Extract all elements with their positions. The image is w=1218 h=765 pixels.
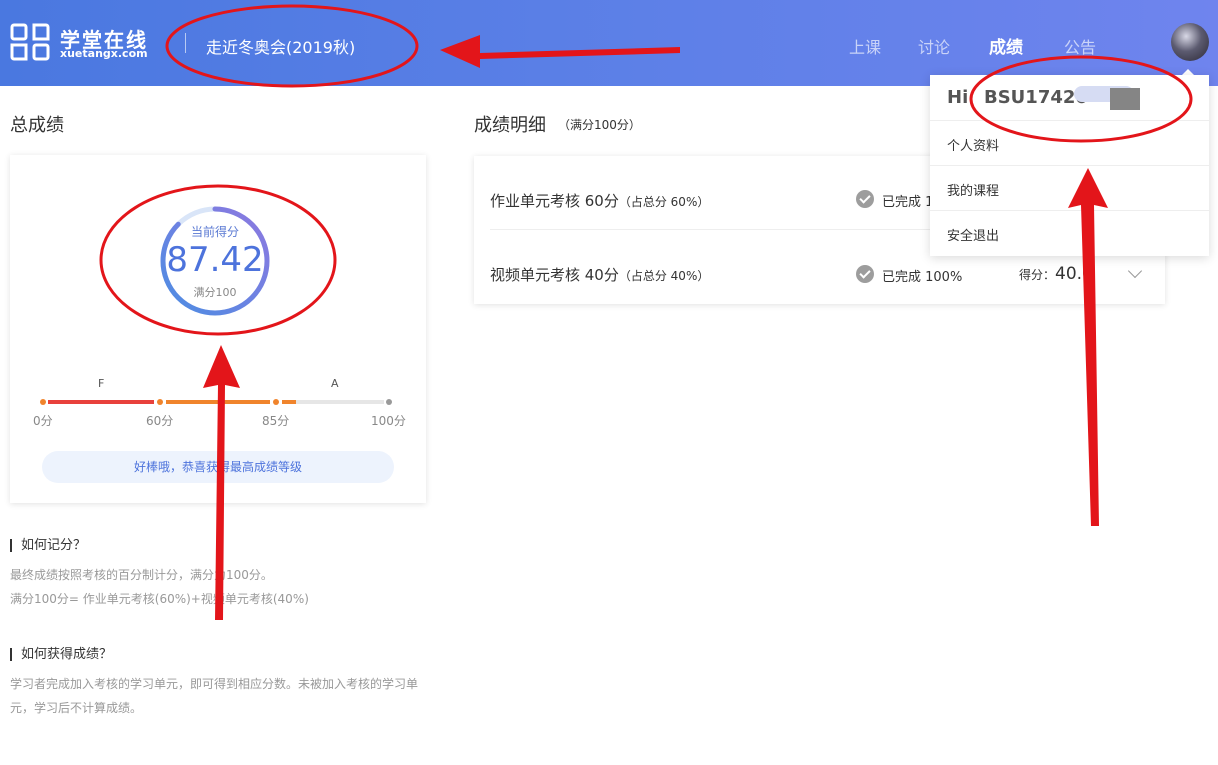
faq-text-earn-2: 元，学习后不计算成绩。 <box>10 701 143 715</box>
grade-bar-f <box>48 400 154 404</box>
detail-item-name: 作业单元考核 60分 <box>490 192 619 210</box>
grade-a-label: A <box>331 377 339 390</box>
detail-item-done: 已完成 100% <box>882 270 963 285</box>
dropdown-divider <box>930 210 1209 211</box>
faq-text-scoring-1: 最终成绩按照考核的百分制计分，满分为100分。 <box>10 568 273 582</box>
total-score-title: 总成绩 <box>10 115 64 136</box>
dropdown-username: BSU17420 <box>984 87 1088 108</box>
detail-subtitle: （满分100分） <box>558 118 641 132</box>
page: 学堂在线 xuetangx.com 走近冬奥会(2019秋) 上课 讨论 成绩 … <box>0 0 1218 765</box>
grade-dot-60 <box>157 399 163 405</box>
detail-item-homework[interactable]: 作业单元考核 60分（占总分 60%） <box>490 190 709 211</box>
detail-item-share: （占总分 40%） <box>618 269 710 283</box>
xuetang-logo-icon[interactable] <box>10 22 50 62</box>
dropdown-item-logout[interactable]: 安全退出 <box>947 225 999 244</box>
grade-bar-a-filled <box>282 400 296 404</box>
dropdown-item-profile[interactable]: 个人资料 <box>947 135 999 154</box>
tick-100: 100分 <box>371 414 406 428</box>
dropdown-greeting: Hi <box>947 87 969 108</box>
faq-title-scoring: 如何记分？ <box>10 539 86 552</box>
grade-bar-mid <box>166 400 270 404</box>
nav-grades[interactable]: 成绩 <box>989 33 1023 58</box>
tick-85: 85分 <box>262 414 290 428</box>
detail-item-video[interactable]: 视频单元考核 40分（占总分 40%） <box>490 264 709 285</box>
score-value: 40.0 <box>1055 264 1093 284</box>
nav-announcements[interactable]: 公告 <box>1064 34 1096 58</box>
header: 学堂在线 xuetangx.com 走近冬奥会(2019秋) 上课 讨论 成绩 … <box>0 0 1218 86</box>
faq-text-scoring-2: 满分100分= 作业单元考核(60%)+视频单元考核(40%) <box>10 592 309 606</box>
grade-bar-a <box>296 400 384 404</box>
current-score-label: 当前得分 <box>190 225 239 239</box>
grade-dot-100 <box>386 399 392 405</box>
dropdown-item-my-courses[interactable]: 我的课程 <box>947 180 999 199</box>
grade-message: 好棒哦，恭喜获得最高成绩等级 <box>42 451 394 483</box>
score-label: 得分： <box>1019 268 1056 282</box>
tick-60: 60分 <box>146 414 174 428</box>
check-circle-icon <box>856 265 874 283</box>
nav-lessons[interactable]: 上课 <box>849 34 881 58</box>
dropdown-divider <box>930 120 1209 121</box>
dropdown-divider <box>930 165 1209 166</box>
course-title[interactable]: 走近冬奥会(2019秋) <box>206 34 355 58</box>
current-score-value: 87.42 <box>166 240 264 280</box>
faq-title-earn: 如何获得成绩？ <box>10 648 112 661</box>
tick-0: 0分 <box>33 414 53 428</box>
check-circle-icon <box>856 190 874 208</box>
grade-dot-0 <box>40 399 46 405</box>
faq-text-earn-1: 学习者完成加入考核的学习单元，即可得到相应分数。未被加入考核的学习单 <box>10 677 419 691</box>
detail-item-score: 得分：40.0 <box>1019 264 1093 284</box>
username-redaction-block <box>1110 88 1140 110</box>
logo-domain[interactable]: xuetangx.com <box>60 47 148 60</box>
detail-item-name: 视频单元考核 40分 <box>490 266 619 284</box>
full-score-label: 满分100 <box>193 286 237 299</box>
avatar[interactable] <box>1171 23 1209 61</box>
grade-dot-85 <box>273 399 279 405</box>
grade-f-label: F <box>98 377 105 390</box>
detail-title: 成绩明细 <box>474 115 546 136</box>
nav-discussion[interactable]: 讨论 <box>918 34 950 58</box>
header-divider <box>185 33 186 53</box>
detail-item-share: （占总分 60%） <box>618 195 710 209</box>
